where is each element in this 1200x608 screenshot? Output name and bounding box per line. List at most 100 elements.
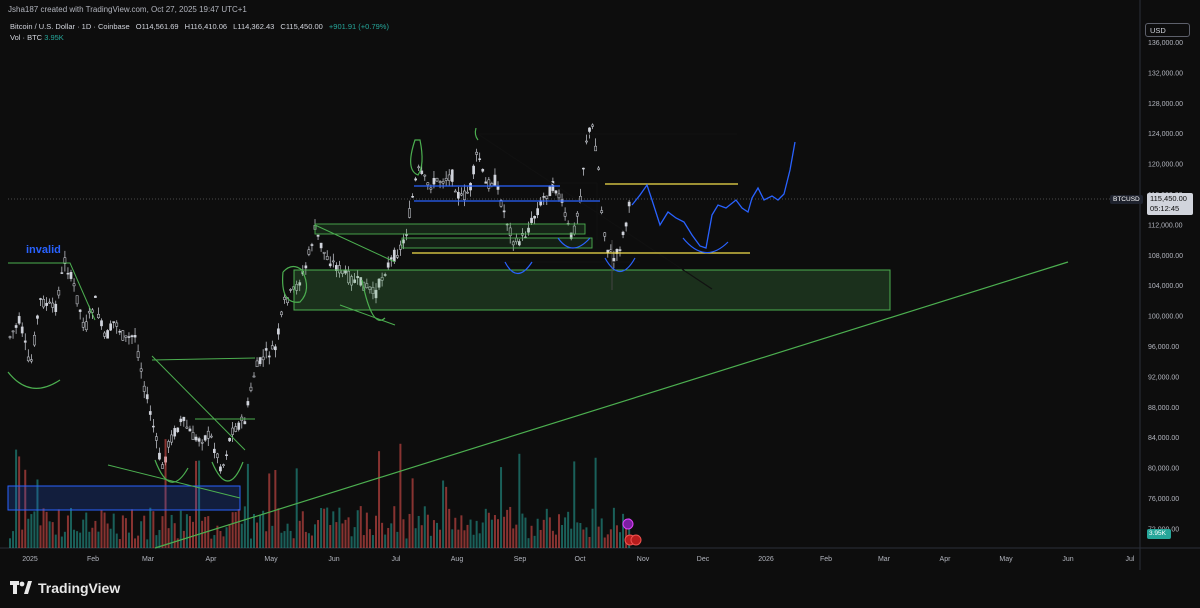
volume-bar xyxy=(100,510,103,548)
candle xyxy=(426,182,430,186)
volume-legend[interactable]: Vol · BTC 3.95K xyxy=(10,33,64,42)
volume-bar xyxy=(558,514,560,548)
volume-bar xyxy=(277,508,280,548)
candle xyxy=(545,195,549,199)
candle xyxy=(618,249,622,251)
volume-bar xyxy=(524,517,527,548)
price-chart[interactable]: 136,000.00 132,000.00 128,000.00 124,000.00… xyxy=(0,0,1200,608)
volume-bar xyxy=(478,533,481,548)
volume-bar xyxy=(143,515,146,548)
volume-bar xyxy=(158,529,161,548)
volume-bar xyxy=(259,514,262,548)
volume-bar xyxy=(460,515,463,548)
candle xyxy=(176,427,180,433)
candle xyxy=(51,302,55,308)
range-box[interactable] xyxy=(314,223,586,235)
support-zone[interactable] xyxy=(293,269,891,311)
volume-bar xyxy=(109,528,112,548)
candle xyxy=(316,234,320,237)
currency-selector[interactable]: USD xyxy=(1145,23,1190,37)
last-price-value: 115,450.00 xyxy=(1150,194,1187,203)
volume-bar xyxy=(588,536,591,548)
volume-bar xyxy=(91,527,94,548)
volume-bar xyxy=(603,537,606,548)
candle xyxy=(414,178,417,181)
candle xyxy=(185,426,189,429)
volume-bar xyxy=(249,538,252,548)
price-axis-label: 76,000.00 xyxy=(1148,496,1179,503)
volume-bar xyxy=(134,538,137,548)
candle xyxy=(396,255,399,258)
volume-bar xyxy=(97,531,100,548)
volume-bar xyxy=(167,528,170,548)
time-axis-label: Apr xyxy=(940,556,952,563)
volume-bar xyxy=(295,468,298,548)
volume-bar xyxy=(176,538,179,548)
symbol-title[interactable]: Bitcoin / U.S. Dollar · 1D · Coinbase xyxy=(10,22,130,31)
candle xyxy=(563,212,567,217)
volume-bar xyxy=(612,507,615,548)
volume-bar xyxy=(124,518,127,548)
tradingview-logo[interactable]: TradingView xyxy=(10,580,120,596)
volume-bar xyxy=(21,529,24,548)
candle xyxy=(206,430,210,439)
range-box[interactable] xyxy=(401,237,593,249)
candle xyxy=(435,177,439,182)
volume-bar xyxy=(573,461,576,548)
volume-bar xyxy=(527,538,530,548)
candle xyxy=(283,296,286,300)
candle xyxy=(575,212,579,217)
volume-bar xyxy=(487,512,490,548)
volume-bar xyxy=(554,534,557,548)
candle xyxy=(450,169,454,182)
time-axis-label: 2025 xyxy=(22,556,38,563)
volume-bar xyxy=(585,527,588,548)
candle xyxy=(182,416,186,422)
volume-bar xyxy=(530,525,533,548)
time-axis-label: Jun xyxy=(328,556,339,563)
volume-bar xyxy=(210,538,213,548)
candle xyxy=(408,208,411,218)
candle xyxy=(557,193,561,199)
volume-bar xyxy=(73,529,76,548)
candle xyxy=(136,351,140,358)
time-axis-label: Sep xyxy=(514,556,527,563)
price-axis-label: 108,000.00 xyxy=(1148,253,1183,260)
bar-countdown: 05:12:45 xyxy=(1150,204,1180,213)
time-axis-label: Jul xyxy=(1126,556,1135,563)
volume-bar xyxy=(326,507,329,548)
volume-bar xyxy=(63,531,66,548)
volume-bar xyxy=(362,535,365,548)
volume-bar xyxy=(551,530,554,548)
volume-bar xyxy=(368,529,371,548)
candle xyxy=(429,187,433,190)
volume-bar xyxy=(301,511,304,548)
symbol-legend[interactable]: Bitcoin / U.S. Dollar · 1D · Coinbase O1… xyxy=(10,22,393,31)
volume-bar xyxy=(432,520,435,548)
time-axis-label: Feb xyxy=(87,556,99,563)
candle xyxy=(484,181,488,184)
candle xyxy=(322,251,326,254)
volume-bar xyxy=(137,535,140,548)
volume-bar xyxy=(347,517,350,548)
event-flash-icon[interactable] xyxy=(622,518,634,530)
volume-bar xyxy=(521,513,524,548)
volume-bar xyxy=(317,520,320,548)
time-axis-label: Feb xyxy=(820,556,832,563)
volume-bar xyxy=(192,521,194,548)
candle xyxy=(14,325,18,328)
volume-bar xyxy=(493,515,496,548)
price-axis-label: 100,000.00 xyxy=(1148,314,1183,321)
ohlc-low: L114,362.43 xyxy=(233,22,275,31)
volume-bar xyxy=(314,524,316,548)
time-axis-label: May xyxy=(264,556,278,563)
volume-bar xyxy=(417,515,420,548)
volume-bar xyxy=(615,525,618,548)
candle xyxy=(94,295,97,298)
volume-bar xyxy=(481,522,484,548)
last-price-label: 115,450.00 05:12:45 xyxy=(1147,193,1193,215)
volume-bar xyxy=(579,522,582,548)
event-us-flag-icon[interactable] xyxy=(630,534,642,546)
volume-bar xyxy=(472,534,475,548)
candle xyxy=(39,298,42,300)
